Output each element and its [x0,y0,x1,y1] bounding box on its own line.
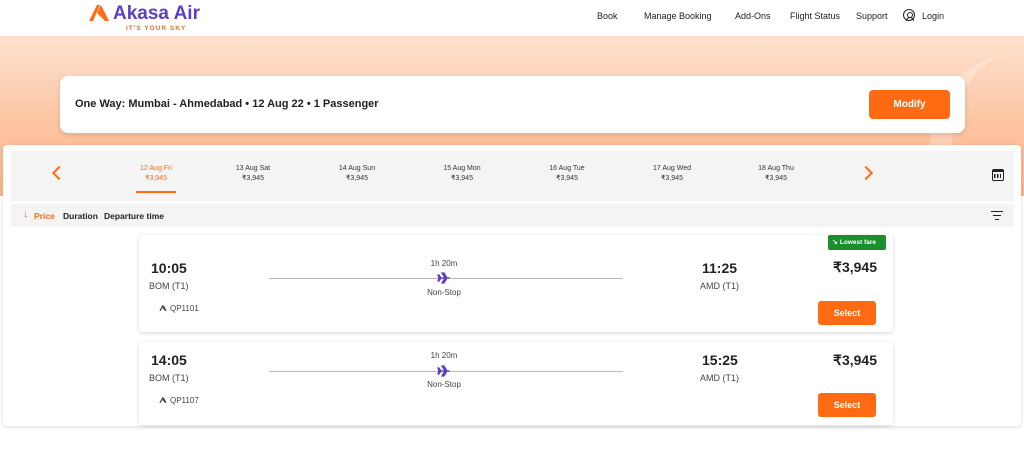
sort-down-arrow-icon: ↓ [23,208,29,220]
flight-duration: 1h 20m [430,259,458,268]
departure-time: 10:05 [151,260,187,276]
date-price: ₹3,945 [346,175,368,182]
stops-label: Non-Stop [427,288,461,297]
akasa-logo-icon [89,5,109,21]
date-label: 16 Aug Tue [549,165,585,172]
date-label: 18 Aug Thu [758,165,794,172]
nav-login[interactable]: Login [922,11,944,21]
arrival-time: 15:25 [702,352,738,368]
date-label: 12 Aug Fri [140,165,172,172]
lowest-fare-badge: ↘ Lowest fare [828,235,886,250]
sort-duration[interactable]: Duration [63,211,98,221]
brand-name: Akasa Air [113,3,200,24]
search-summary-text: One Way: Mumbai - Ahmedabad • 12 Aug 22 … [75,98,379,110]
stops-label: Non-Stop [427,380,461,389]
date-option[interactable]: 17 Aug Wed ₹3,945 [632,164,712,184]
arrival-time: 11:25 [702,260,738,276]
date-price: ₹3,945 [242,175,264,182]
fare-price: ₹3,945 [833,259,877,275]
fare-price: ₹3,945 [833,352,877,368]
akasa-airline-icon [159,397,167,403]
flight-number-text: QP1107 [170,396,199,405]
nav-flight-status[interactable]: Flight Status [790,11,840,21]
select-flight-button[interactable]: Select [818,393,876,417]
date-label: 17 Aug Wed [652,165,691,172]
date-option[interactable]: 12 Aug Fri ₹3,945 [116,164,196,193]
akasa-airline-icon [159,305,167,311]
nav-add-ons[interactable]: Add-Ons [735,11,771,21]
nav-manage-booking[interactable]: Manage Booking [644,11,712,21]
lowest-fare-label: Lowest fare [839,239,876,246]
date-label: 14 Aug Sun [338,165,376,172]
flight-duration: 1h 20m [430,351,458,360]
sort-departure-time[interactable]: Departure time [104,211,164,221]
departure-airport: BOM (T1) [149,373,189,383]
sort-bar: ↓ Price Duration Departure time [11,204,1014,227]
date-option[interactable]: 16 Aug Tue ₹3,945 [527,164,607,184]
sort-price[interactable]: Price [34,211,55,221]
filter-icon[interactable] [991,211,1003,221]
flight-number: QP1107 [159,396,199,405]
arrival-airport: AMD (T1) [700,281,739,291]
date-label: 13 Aug Sat [235,165,271,172]
flight-card: ↘ Lowest fare 10:05 BOM (T1) 1h 20m Non-S… [139,235,893,332]
departure-time: 14:05 [151,352,187,368]
date-price: ₹3,945 [556,175,578,182]
select-flight-button[interactable]: Select [818,301,876,325]
next-dates-arrow-icon[interactable] [858,165,874,181]
nav-book[interactable]: Book [597,11,618,21]
user-icon[interactable] [903,9,915,21]
date-price: ₹3,945 [145,175,167,182]
date-option[interactable]: 14 Aug Sun ₹3,945 [317,164,397,184]
date-selector: 12 Aug Fri ₹3,945 13 Aug Sat ₹3,945 14 A… [11,151,1014,201]
flight-number-text: QP1101 [170,304,199,313]
plane-icon [437,272,450,284]
date-option[interactable]: 15 Aug Mon ₹3,945 [422,164,502,184]
brand-tagline: IT'S YOUR SKY [126,25,187,32]
departure-airport: BOM (T1) [149,281,189,291]
plane-icon [437,365,450,377]
date-option[interactable]: 18 Aug Thu ₹3,945 [736,164,816,184]
search-summary-card: One Way: Mumbai - Ahmedabad • 12 Aug 22 … [60,76,965,133]
flight-card: 14:05 BOM (T1) 1h 20m Non-Stop 15:25 AMD… [139,342,893,425]
trend-down-icon: ↘ [832,239,838,246]
nav-support[interactable]: Support [856,11,888,21]
arrival-airport: AMD (T1) [700,373,739,383]
modify-button[interactable]: Modify [869,90,950,119]
date-price: ₹3,945 [661,175,683,182]
top-navigation: Akasa Air IT'S YOUR SKY Book Manage Book… [0,0,1024,36]
date-option[interactable]: 13 Aug Sat ₹3,945 [213,164,293,184]
date-price: ₹3,945 [765,175,787,182]
date-price: ₹3,945 [451,175,473,182]
previous-dates-arrow-icon[interactable] [51,165,67,181]
flight-number: QP1101 [159,304,199,313]
date-label: 15 Aug Mon [443,165,481,172]
calendar-icon[interactable] [992,169,1004,181]
